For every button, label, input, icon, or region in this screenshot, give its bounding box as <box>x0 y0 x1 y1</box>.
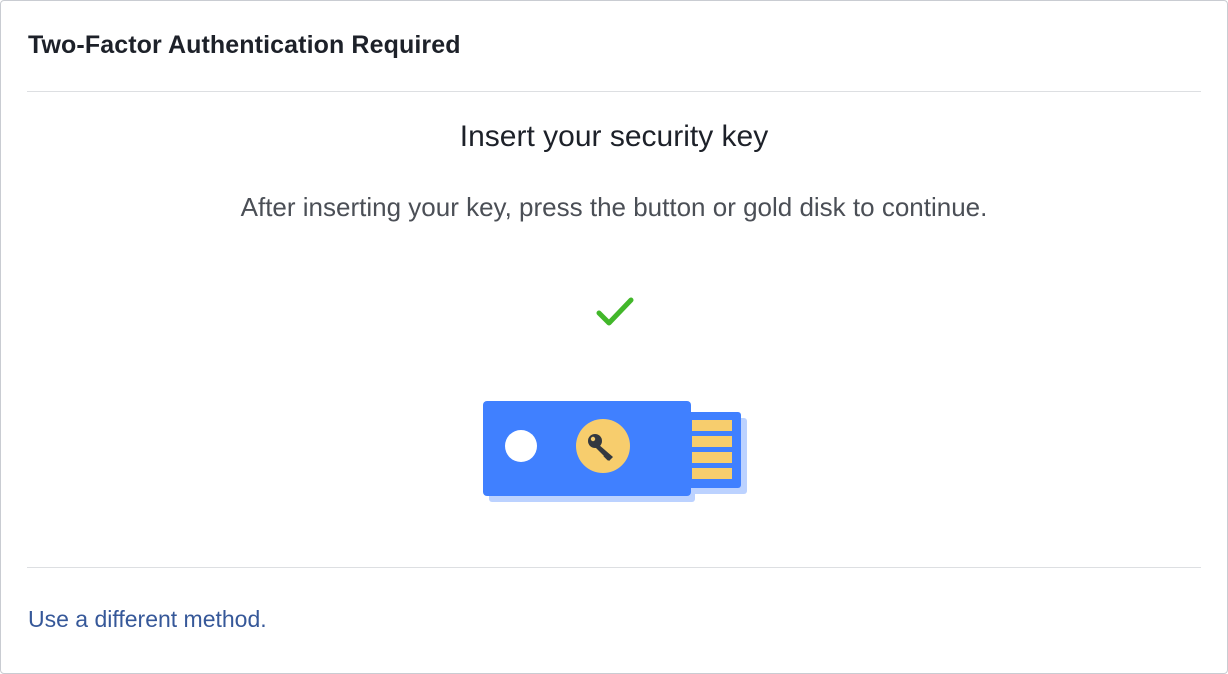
two-factor-dialog: Two-Factor Authentication Required Inser… <box>0 0 1228 674</box>
security-key-instructions: After inserting your key, press the butt… <box>240 192 988 222</box>
use-different-method-link[interactable]: Use a different method. <box>28 606 267 633</box>
security-key-heading: Insert your security key <box>459 120 769 153</box>
checkmark-icon <box>596 297 634 326</box>
dialog-body: Insert your security key After inserting… <box>27 92 1201 568</box>
dialog-title: Two-Factor Authentication Required <box>28 31 461 59</box>
dialog-header: Two-Factor Authentication Required <box>27 1 1201 92</box>
usb-security-key-icon <box>483 401 747 502</box>
